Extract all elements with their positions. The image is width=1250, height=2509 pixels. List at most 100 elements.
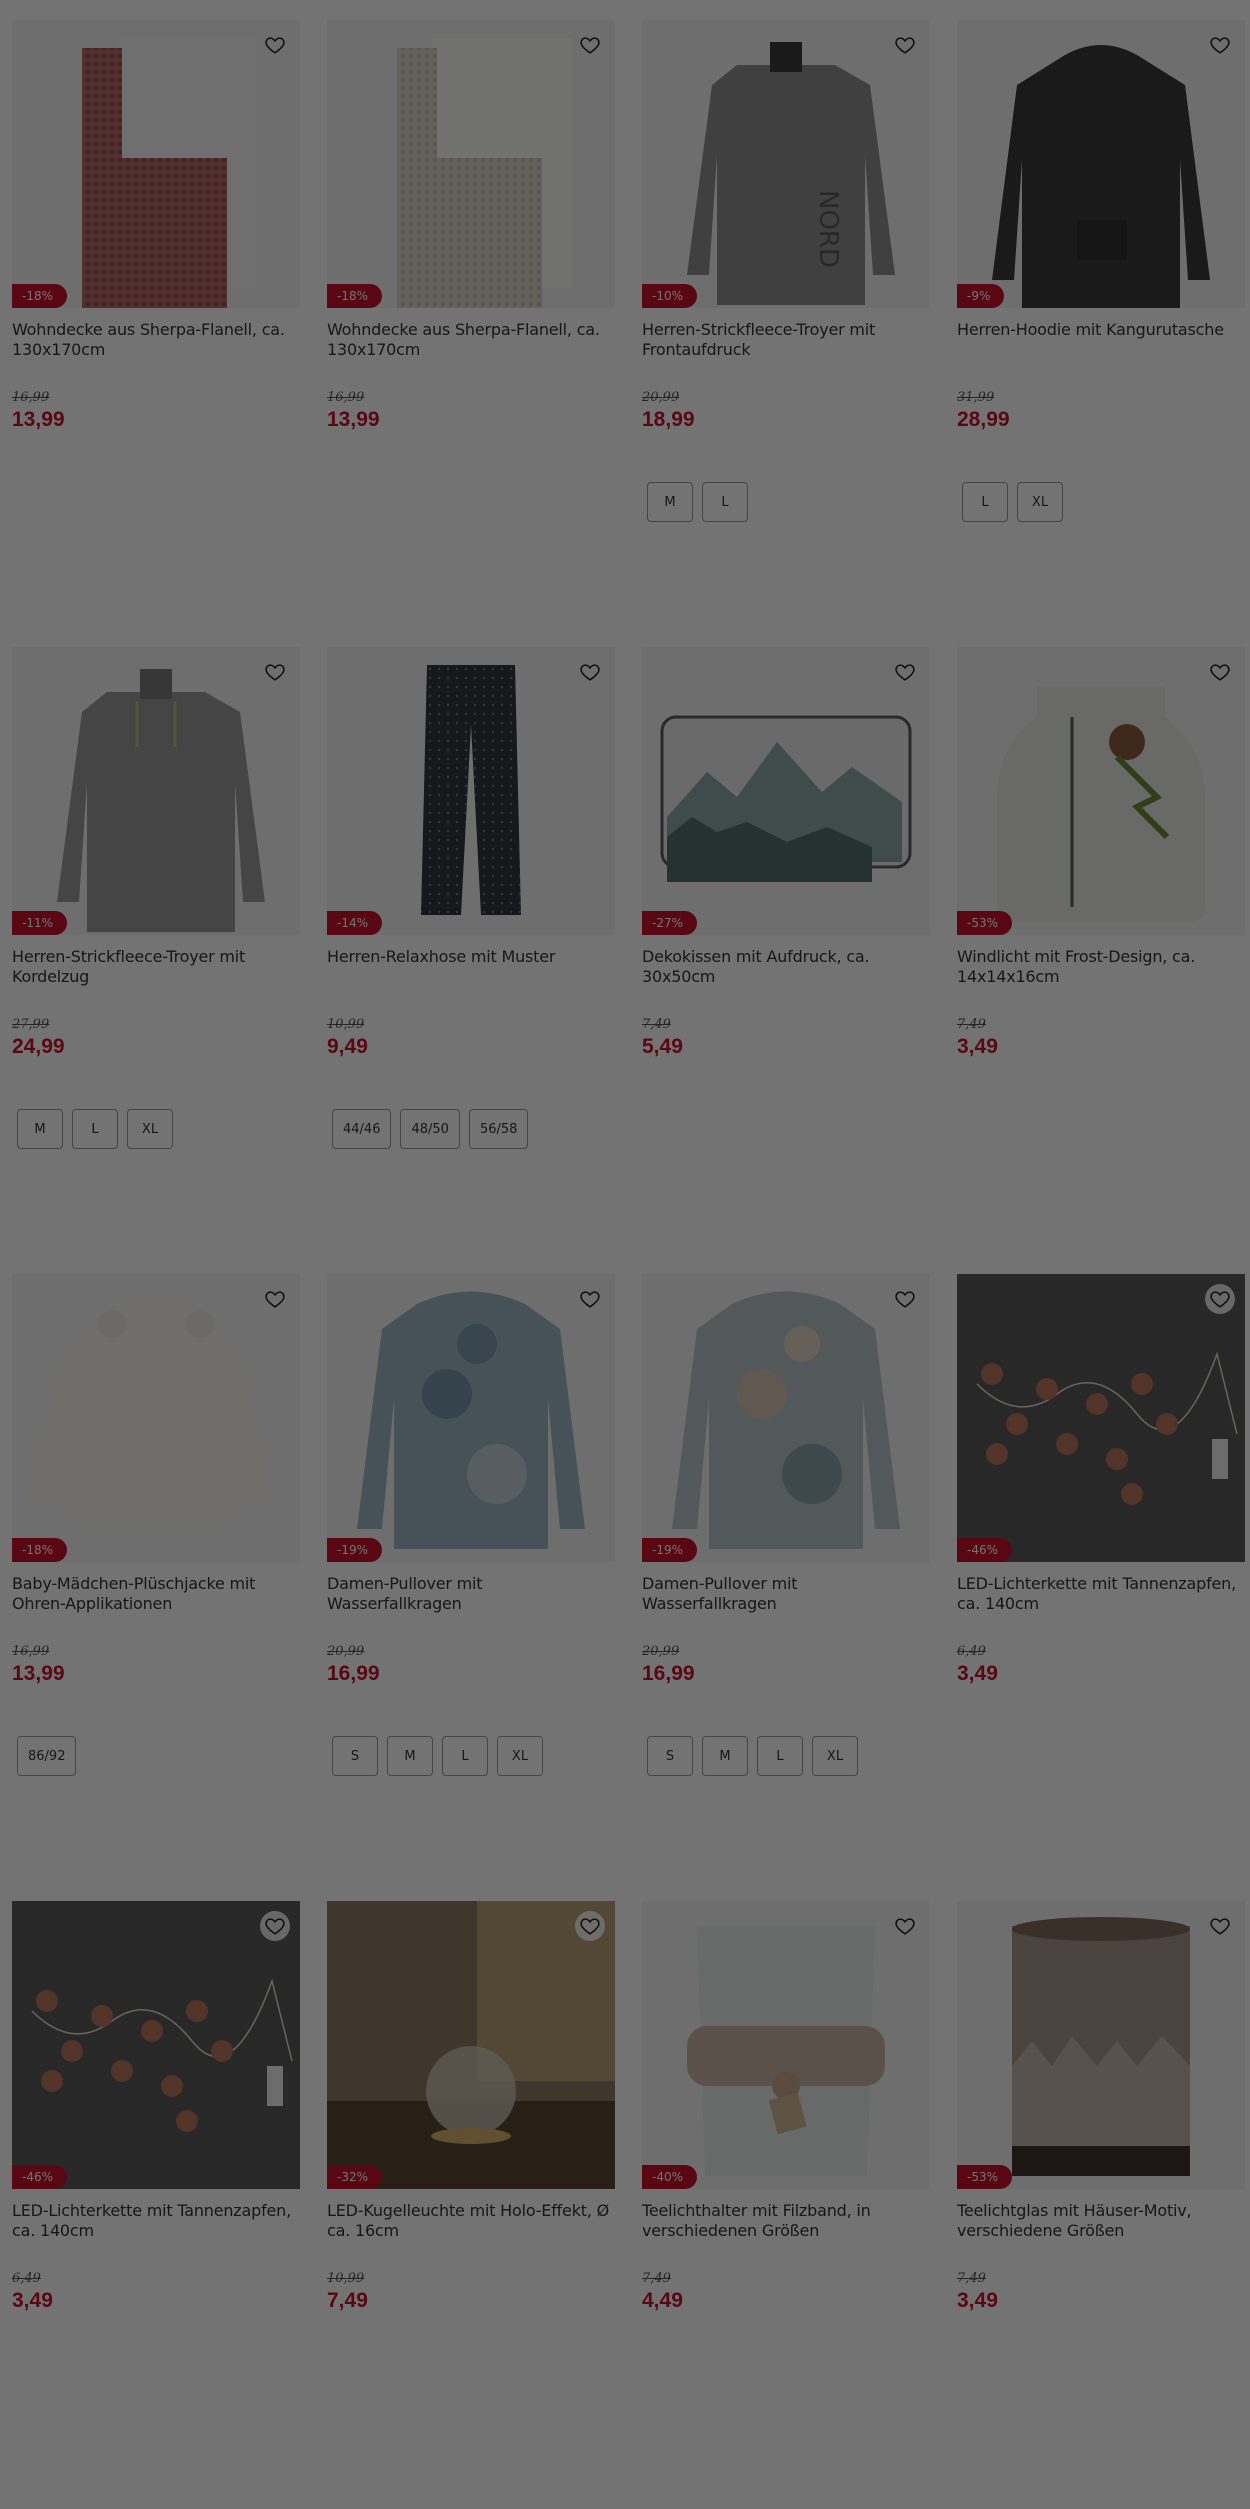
size-options: L XL [957,482,1245,522]
favorite-heart-icon[interactable] [260,657,290,687]
product-card[interactable]: -46% LED-Lichterkette mit Tannenzapfen, c… [957,1274,1245,1901]
size-button[interactable]: L [702,482,748,522]
product-card[interactable]: -19% Damen-Pullover mit Wasserfallkragen 2… [327,1274,615,1901]
size-button[interactable]: XL [497,1736,543,1776]
product-card[interactable]: -18% Wohndecke aus Sherpa-Flanell, ca. 13… [327,20,615,647]
size-button[interactable]: 48/50 [400,1109,460,1149]
size-button[interactable]: 56/58 [468,1109,529,1149]
favorite-heart-icon[interactable] [1205,30,1235,60]
size-button[interactable]: M [17,1109,63,1149]
product-image[interactable]: -18% [12,1274,300,1562]
size-button[interactable]: XL [127,1109,173,1149]
favorite-heart-icon[interactable] [890,1284,920,1314]
product-image[interactable]: -18% [327,20,615,308]
product-title[interactable]: Wohndecke aus Sherpa-Flanell, ca. 130x17… [327,320,615,360]
product-image[interactable]: -19% [642,1274,930,1562]
product-card[interactable]: -46% LED-Lichterkette mit Tannenzapfen, c… [12,1901,300,2509]
sale-price: 13,99 [12,1662,65,1685]
product-image[interactable]: -53% [957,647,1245,935]
product-image[interactable]: -32% [327,1901,615,2189]
discount-badge: -11% [12,911,68,935]
favorite-heart-icon[interactable] [890,30,920,60]
product-card[interactable]: -27% Dekokissen mit Aufdruck, ca. 30x50cm… [642,647,930,1274]
product-card[interactable]: -19% Damen-Pullover mit Wasserfallkragen 2… [642,1274,930,1901]
size-button[interactable]: M [647,482,693,522]
old-price: 20,99 [642,390,680,405]
product-card[interactable]: -18% Baby-Mädchen-Plüschjacke mit Ohren-A… [12,1274,300,1901]
discount-badge: -19% [642,1538,698,1562]
favorite-heart-icon[interactable] [575,1284,605,1314]
product-image[interactable]: NORD -10% [642,20,930,308]
size-button[interactable]: L [442,1736,488,1776]
product-image[interactable]: -18% [12,20,300,308]
product-title[interactable]: Herren-Strickfleece-Troyer mit Frontaufd… [642,320,930,360]
product-image[interactable]: -11% [12,647,300,935]
size-options: 86/92 [12,1736,300,1776]
discount-badge: -27% [642,911,698,935]
product-title[interactable]: Windlicht mit Frost-Design, ca. 14x14x16… [957,947,1245,987]
size-button[interactable]: L [72,1109,118,1149]
product-title[interactable]: LED-Lichterkette mit Tannenzapfen, ca. 1… [957,1574,1245,1614]
size-button[interactable]: S [332,1736,378,1776]
discount-badge: -10% [642,284,698,308]
product-title[interactable]: LED-Kugelleuchte mit Holo-Effekt, Ø ca. … [327,2201,615,2241]
product-image[interactable]: -40% [642,1901,930,2189]
discount-badge: -18% [327,284,383,308]
product-title[interactable]: Damen-Pullover mit Wasserfallkragen [642,1574,930,1614]
sale-price: 3,49 [957,1662,998,1685]
product-image[interactable]: -19% [327,1274,615,1562]
product-title[interactable]: Baby-Mädchen-Plüschjacke mit Ohren-Appli… [12,1574,300,1614]
size-button[interactable]: XL [812,1736,858,1776]
sale-price: 5,49 [642,1035,683,1058]
favorite-heart-icon[interactable] [575,1911,605,1941]
product-card[interactable]: -18% Wohndecke aus Sherpa-Flanell, ca. 13… [12,20,300,647]
product-card[interactable]: -40% Teelichthalter mit Filzband, in vers… [642,1901,930,2509]
old-price: 10,99 [327,1017,365,1032]
favorite-heart-icon[interactable] [890,1911,920,1941]
size-options: S M L XL [327,1736,615,1776]
product-title[interactable]: Wohndecke aus Sherpa-Flanell, ca. 130x17… [12,320,300,360]
size-button[interactable]: S [647,1736,693,1776]
favorite-heart-icon[interactable] [890,657,920,687]
product-title[interactable]: Herren-Strickfleece-Troyer mit Kordelzug [12,947,300,987]
size-button[interactable]: L [962,482,1008,522]
product-title[interactable]: Teelichtglas mit Häuser-Motiv, verschied… [957,2201,1245,2241]
favorite-heart-icon[interactable] [1205,1284,1235,1314]
product-card[interactable]: -53% Windlicht mit Frost-Design, ca. 14x1… [957,647,1245,1274]
product-card[interactable]: -53% Teelichtglas mit Häuser-Motiv, versc… [957,1901,1245,2509]
size-button[interactable]: M [702,1736,748,1776]
discount-badge: -18% [12,284,68,308]
product-image[interactable]: -9% [957,20,1245,308]
product-image[interactable]: -14% [327,647,615,935]
size-button[interactable]: XL [1017,482,1063,522]
product-image[interactable]: -27% [642,647,930,935]
favorite-heart-icon[interactable] [260,30,290,60]
product-title[interactable]: LED-Lichterkette mit Tannenzapfen, ca. 1… [12,2201,300,2241]
product-card[interactable]: NORD -10% Herren-Strickfleece-Troyer mit F… [642,20,930,647]
sale-price: 7,49 [327,2289,368,2312]
product-image[interactable]: -46% [957,1274,1245,1562]
product-card[interactable]: -32% LED-Kugelleuchte mit Holo-Effekt, Ø … [327,1901,615,2509]
product-card[interactable]: -14% Herren-Relaxhose mit Muster 10,99 9,49… [327,647,615,1274]
size-button[interactable]: M [387,1736,433,1776]
favorite-heart-icon[interactable] [575,657,605,687]
favorite-heart-icon[interactable] [260,1284,290,1314]
product-title[interactable]: Herren-Hoodie mit Kangurutasche [957,320,1245,360]
favorite-heart-icon[interactable] [260,1911,290,1941]
product-title[interactable]: Herren-Relaxhose mit Muster [327,947,615,987]
favorite-heart-icon[interactable] [1205,1911,1235,1941]
old-price: 16,99 [12,1644,50,1659]
product-image[interactable]: -46% [12,1901,300,2189]
size-button[interactable]: 86/92 [17,1736,77,1776]
product-title[interactable]: Damen-Pullover mit Wasserfallkragen [327,1574,615,1614]
size-button[interactable]: 44/46 [332,1109,392,1149]
product-image[interactable]: -53% [957,1901,1245,2189]
product-title[interactable]: Teelichthalter mit Filzband, in verschie… [642,2201,930,2241]
product-card[interactable]: -9% Herren-Hoodie mit Kangurutasche 31,99 2… [957,20,1245,647]
product-grid: -18% Wohndecke aus Sherpa-Flanell, ca. 13… [12,20,1245,2509]
size-button[interactable]: L [757,1736,803,1776]
product-card[interactable]: -11% Herren-Strickfleece-Troyer mit Korde… [12,647,300,1274]
product-title[interactable]: Dekokissen mit Aufdruck, ca. 30x50cm [642,947,930,987]
favorite-heart-icon[interactable] [1205,657,1235,687]
favorite-heart-icon[interactable] [575,30,605,60]
